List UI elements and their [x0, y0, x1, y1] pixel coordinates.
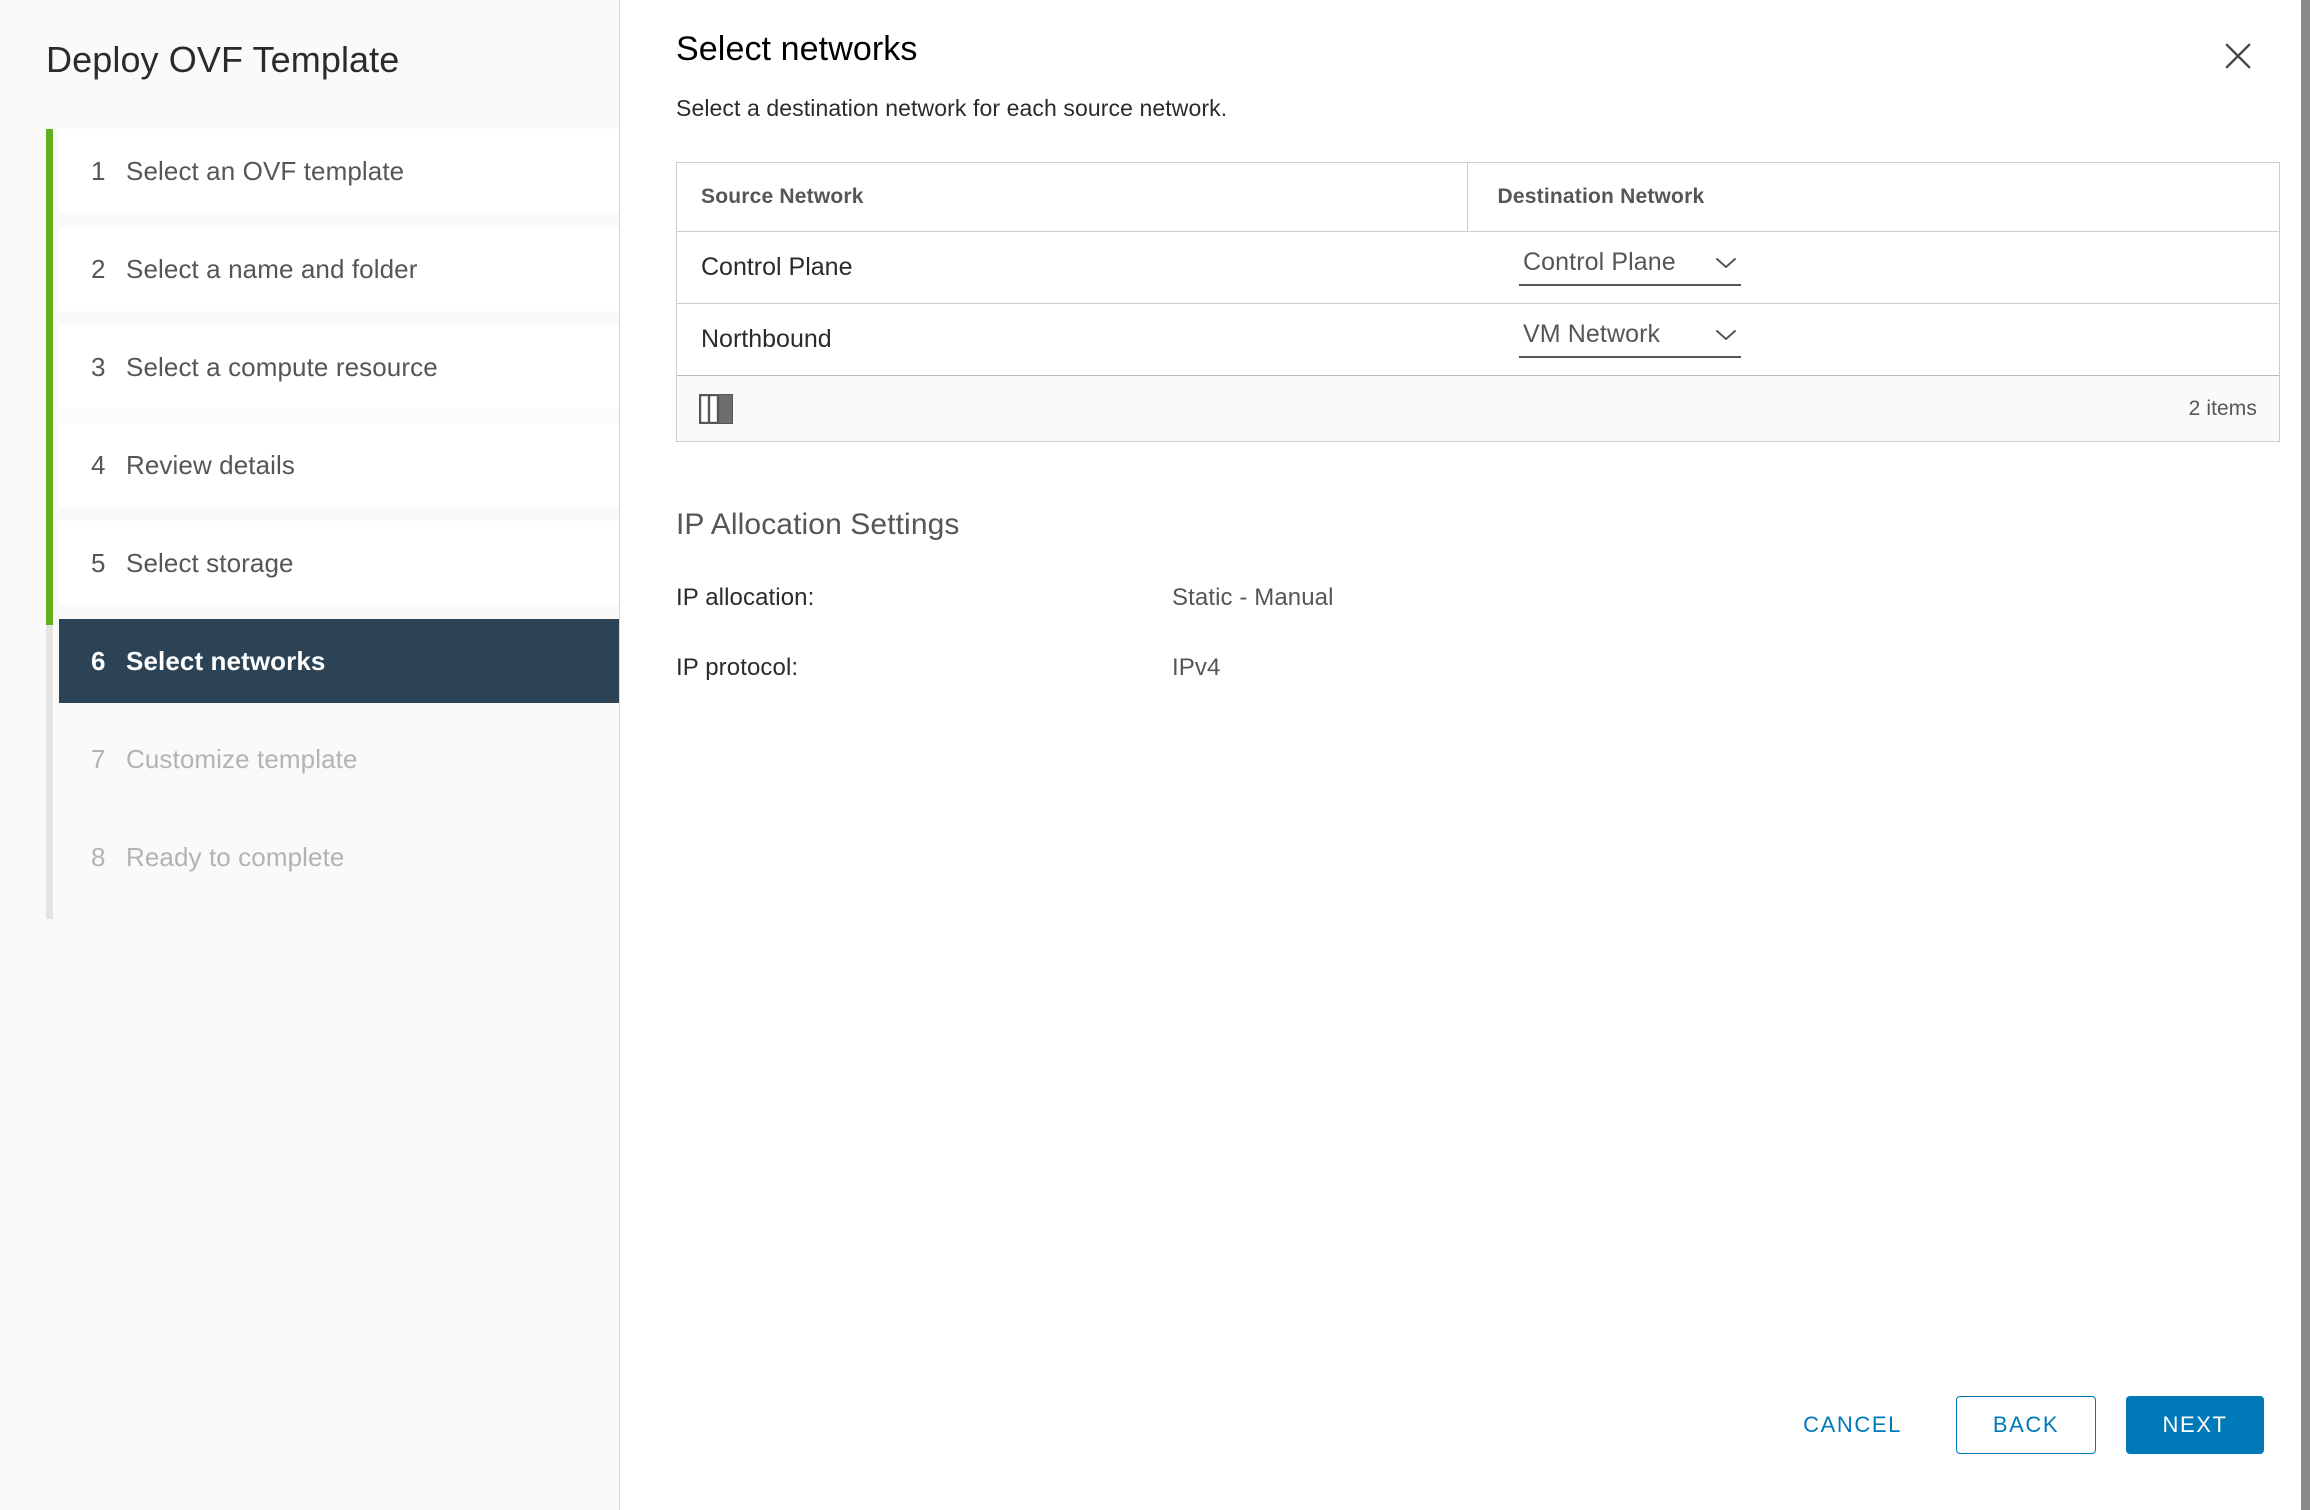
wizard-sidebar: Deploy OVF Template 1 Select an OVF temp… [0, 0, 620, 1510]
main-header: Select networks Select a destination net… [620, 0, 2310, 122]
step-label: Review details [126, 449, 296, 480]
ip-allocation-settings: IP Allocation Settings IP allocation: St… [676, 508, 2310, 682]
items-count: 2 items [2188, 396, 2257, 420]
progress-rail [46, 129, 53, 920]
ip-allocation-section-title: IP Allocation Settings [676, 508, 960, 541]
page-subtitle: Select a destination network for each so… [676, 95, 1228, 121]
sidebar-step-5[interactable]: 5 Select storage [59, 521, 619, 606]
step-label: Select storage [126, 547, 294, 578]
destination-network-cell: Control Plane [1467, 231, 2279, 304]
close-icon[interactable] [2212, 30, 2264, 82]
progress-rail-fill [46, 129, 53, 626]
step-label: Select a name and folder [126, 253, 418, 284]
networks-table-body: Control Plane Control Plane Northbound V… [677, 231, 2279, 375]
destination-network-select-control-plane[interactable]: Control Plane [1519, 248, 1741, 286]
sidebar-step-8: 8 Ready to complete [59, 815, 619, 900]
ip-allocation-label: IP allocation: [676, 584, 815, 611]
step-number: 3 [91, 351, 106, 382]
cancel-button[interactable]: CANCEL [1781, 1396, 1924, 1454]
step-number: 2 [91, 253, 106, 284]
window-edge-sliver [2301, 0, 2310, 1510]
sidebar-step-3[interactable]: 3 Select a compute resource [59, 325, 619, 410]
step-label: Select a compute resource [126, 351, 438, 382]
source-network-cell: Control Plane [677, 231, 1467, 304]
back-button[interactable]: BACK [1956, 1396, 2096, 1454]
select-value: VM Network [1523, 320, 1661, 349]
networks-table: Source Network Destination Network Contr… [677, 163, 2279, 375]
step-label: Select an OVF template [126, 155, 405, 186]
sidebar-step-2[interactable]: 2 Select a name and folder [59, 227, 619, 312]
step-number: 4 [91, 449, 106, 480]
deploy-ovf-wizard: Deploy OVF Template 1 Select an OVF temp… [0, 0, 2310, 1510]
destination-network-select-northbound[interactable]: VM Network [1519, 320, 1741, 359]
sidebar-step-7: 7 Customize template [59, 717, 619, 802]
ip-protocol-row: IP protocol: IPv4 [676, 654, 2310, 682]
step-number: 8 [91, 841, 106, 872]
networks-table-head: Source Network Destination Network [677, 163, 2279, 232]
ip-protocol-label: IP protocol: [676, 654, 799, 681]
step-label: Customize template [126, 743, 358, 774]
step-list: 1 Select an OVF template 2 Select a name… [59, 129, 619, 900]
destination-network-cell: VM Network [1467, 303, 2279, 375]
networks-table-container: Source Network Destination Network Contr… [676, 162, 2280, 442]
source-network-cell: Northbound [701, 324, 832, 353]
sidebar-step-1[interactable]: 1 Select an OVF template [59, 129, 619, 214]
wizard-main-panel: Select networks Select a destination net… [620, 0, 2310, 1510]
table-header-row: Source Network Destination Network [677, 163, 2279, 232]
wizard-footer-actions: CANCEL BACK NEXT [1781, 1396, 2264, 1454]
column-header-source-network[interactable]: Source Network [677, 163, 1467, 232]
step-number: 7 [91, 743, 106, 774]
ip-allocation-row: IP allocation: Static - Manual [676, 584, 2310, 612]
sidebar-step-6-select-networks[interactable]: 6 Select networks [59, 619, 619, 704]
columns-icon[interactable] [699, 393, 733, 424]
column-header-destination-network[interactable]: Destination Network [1466, 163, 2279, 232]
wizard-title: Deploy OVF Template [46, 39, 400, 80]
ip-protocol-value: IPv4 [1172, 654, 1221, 681]
wizard-steps: 1 Select an OVF template 2 Select a name… [0, 129, 619, 920]
chevron-down-icon [1716, 329, 1736, 340]
next-button[interactable]: NEXT [2126, 1396, 2264, 1454]
ip-allocation-value: Static - Manual [1172, 584, 1334, 611]
chevron-down-icon [1716, 257, 1736, 268]
step-label: Select networks [126, 645, 326, 676]
sidebar-step-4[interactable]: 4 Review details [59, 423, 619, 508]
step-label: Ready to complete [126, 841, 345, 872]
page-title: Select networks [676, 30, 918, 68]
table-footer: 2 items [677, 375, 2279, 441]
table-row: Control Plane Control Plane [677, 231, 2279, 304]
step-number: 5 [91, 547, 106, 578]
table-row: Northbound VM Network [677, 303, 2279, 375]
step-number: 1 [91, 155, 106, 186]
step-number: 6 [91, 645, 106, 676]
select-value: Control Plane [1523, 248, 1676, 276]
